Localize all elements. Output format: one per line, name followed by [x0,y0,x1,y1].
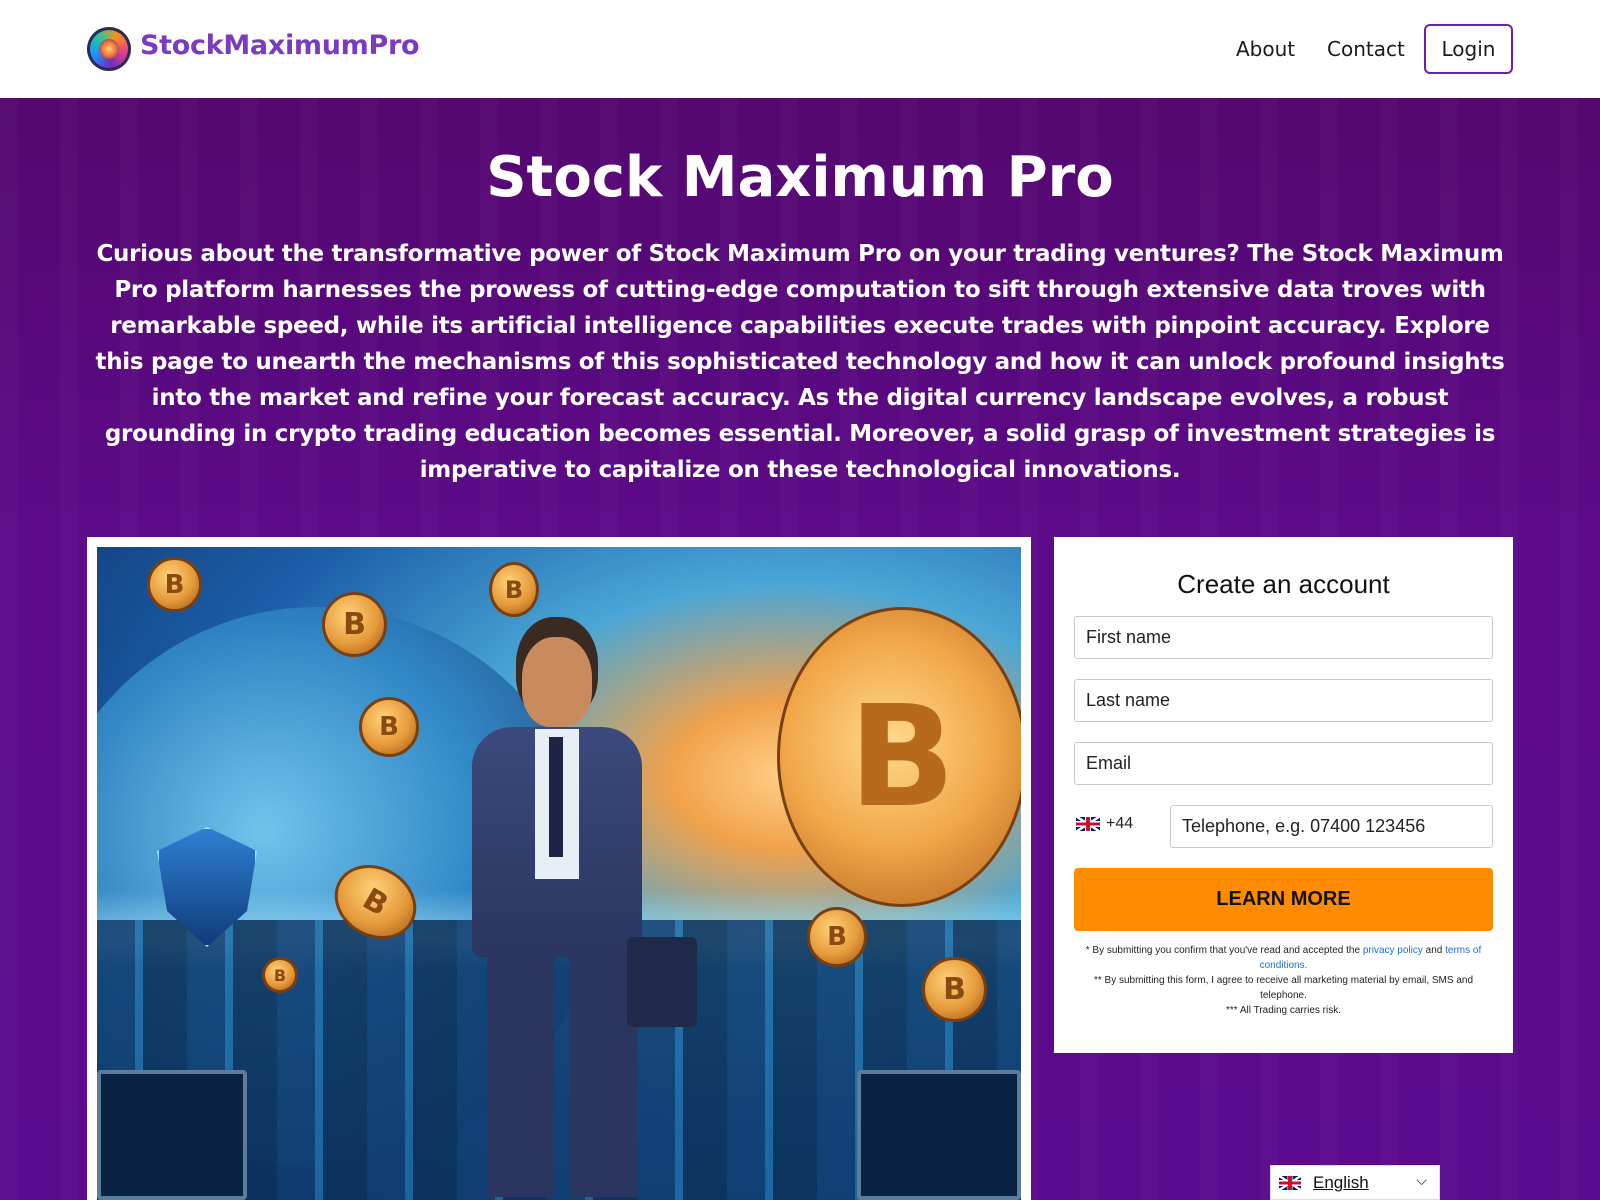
uk-flag-icon [1279,1175,1301,1190]
email-field[interactable]: Email [1074,742,1493,785]
country-code-label: +44 [1106,815,1134,832]
monitor-graphic [857,1070,1021,1200]
language-label: English [1313,1172,1369,1192]
signup-form: Create an account First name Last name E… [1054,537,1513,1053]
brand-logo-icon[interactable] [87,27,131,71]
chevron-down-icon: ⌵ [1416,1172,1427,1188]
monitor-graphic [97,1070,247,1200]
language-selector[interactable]: English ⌵ [1270,1165,1440,1200]
country-code-select[interactable]: +44 ▼ [1076,809,1188,839]
briefcase-icon [627,937,697,1027]
disclaimer-text: and [1422,945,1446,956]
first-name-field[interactable]: First name [1074,616,1493,659]
bitcoin-coin-icon: B [489,562,539,617]
hero-description: Curious about the transformative power o… [95,241,1505,483]
form-title: Create an account [1177,569,1390,599]
uk-flag-icon [1076,817,1100,831]
bitcoin-coin-icon: B [262,957,298,993]
form-disclaimer: * By submitting you confirm that you've … [1082,943,1485,1018]
large-bitcoin-icon: B [777,607,1021,907]
last-name-field[interactable]: Last name [1074,679,1493,722]
bitcoin-coin-icon: B [322,592,387,657]
bitcoin-coin-icon: B [922,957,987,1022]
privacy-policy-link[interactable]: privacy policy [1363,945,1423,956]
page-title: Stock Maximum Pro [486,145,1114,210]
nav-contact-link[interactable]: Contact [1327,37,1405,61]
disclaimer-text: * By submitting you confirm that you've … [1085,945,1363,956]
learn-more-button[interactable]: LEARN MORE [1074,868,1493,931]
login-button[interactable]: Login [1424,24,1513,74]
site-header: StockMaximumPro About Contact Login [0,0,1600,98]
nav-about-link[interactable]: About [1236,37,1295,61]
brand-name[interactable]: StockMaximumPro [140,30,420,61]
bitcoin-coin-icon: B [147,557,202,612]
telephone-field[interactable]: Telephone, e.g. 07400 123456 [1170,805,1493,848]
businessman-figure [427,637,697,1197]
hero-image-frame: B B B B B B B B B [87,537,1031,1200]
bitcoin-coin-icon: B [807,907,867,967]
marketing-consent-text: ** By submitting this form, I agree to r… [1093,975,1474,1001]
crypto-trader-illustration: B B B B B B B B B [97,547,1021,1200]
risk-warning-text: *** All Trading carries risk. [1225,1005,1342,1016]
bitcoin-coin-icon: B [359,697,419,757]
